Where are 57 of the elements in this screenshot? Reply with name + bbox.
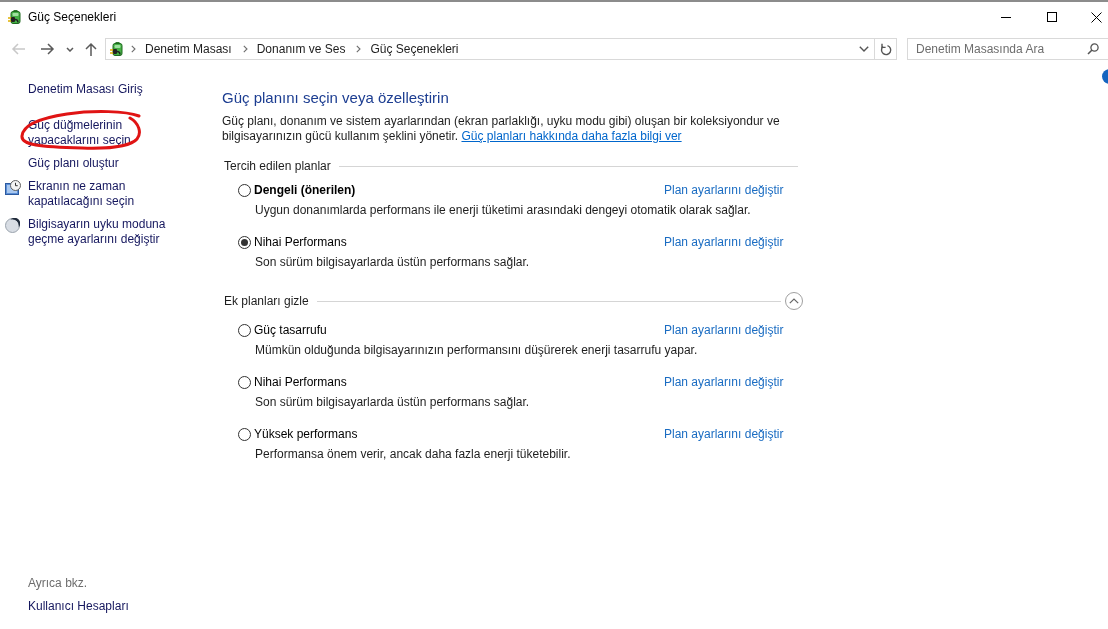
help-icon[interactable]: [1102, 69, 1108, 84]
breadcrumb[interactable]: Donanım ve Ses: [251, 39, 351, 59]
plan-settings-link[interactable]: Plan ayarlarını değiştir: [664, 375, 798, 390]
breadcrumb[interactable]: Denetim Masası: [140, 39, 237, 59]
plan-settings-link[interactable]: Plan ayarlarını değiştir: [664, 427, 798, 442]
task-link[interactable]: Güç planı oluştur: [28, 156, 180, 171]
plan-description: Uygun donanımlarda performans ile enerji tüketimi arasındaki dengeyi otomatik olarak sağlar.: [255, 203, 752, 218]
see-also-link[interactable]: Kullanıcı Hesapları: [28, 599, 129, 614]
plan-description: Son sürüm bilgisayarlarda üstün performans sağlar.: [255, 395, 531, 410]
plan-name[interactable]: Dengeli (önerilen): [254, 183, 356, 198]
description-text: Güç planı, donanım ve sistem ayarlarından (ekran parlaklığı, uyku modu gibi) oluşan bir koleksiyondur ve bilgisayarınızın gücü kullanım şeklini yönetir. Güç planları hakkında daha fazla bilgi ver: [222, 114, 781, 144]
radio-button[interactable]: [238, 324, 251, 337]
breadcrumb[interactable]: Güç Seçenekleri: [365, 39, 464, 59]
caret-down-icon: [66, 46, 74, 52]
plan-description: Son sürüm bilgisayarlarda üstün performans sağlar.: [255, 255, 531, 270]
plan-name[interactable]: Nihai Performans: [254, 235, 347, 250]
maximize-icon: [1047, 12, 1057, 22]
minimize-icon: [1001, 16, 1011, 18]
radio-button[interactable]: [238, 428, 251, 441]
group-title: Tercih edilen planlar: [224, 159, 331, 173]
see-also-heading: Ayrıca bkz.: [28, 576, 88, 591]
search-field[interactable]: Denetim Masasında Ara: [907, 38, 1108, 60]
chevron-right-icon[interactable]: [131, 45, 136, 53]
task-link[interactable]: Ekranın ne zaman kapatılacağını seçin: [28, 179, 180, 209]
search-icon[interactable]: [1087, 43, 1099, 55]
close-icon: [1091, 11, 1102, 23]
forward-arrow-icon: [39, 42, 55, 56]
window-title: Güç Seçenekleri: [28, 10, 117, 24]
moon-icon: [5, 218, 20, 233]
plan-settings-link[interactable]: Plan ayarlarını değiştir: [664, 235, 798, 250]
plan-description: Performansa önem verir, ancak daha fazla enerji tüketebilir.: [255, 447, 572, 462]
up-arrow-icon: [84, 41, 98, 57]
group-title[interactable]: Ek planları gizle: [224, 294, 309, 308]
battery-plug-icon: [7, 9, 23, 25]
more-info-link[interactable]: Güç planları hakkında daha fazla bilgi ver: [461, 129, 682, 143]
radio-button[interactable]: [238, 184, 251, 197]
chevron-right-icon[interactable]: [242, 45, 248, 53]
monitor-clock-icon: [5, 180, 21, 196]
address-bar[interactable]: Denetim Masası Donanım ve Ses Güç Seçenekleri: [105, 38, 897, 60]
collapse-button[interactable]: [785, 292, 803, 310]
chevron-down-icon[interactable]: [859, 46, 869, 52]
radio-button[interactable]: [238, 376, 251, 389]
plan-name[interactable]: Yüksek performans: [254, 427, 358, 442]
radio-button[interactable]: [238, 236, 251, 249]
plan-name[interactable]: Nihai Performans: [254, 375, 347, 390]
plan-settings-link[interactable]: Plan ayarlarını değiştir: [664, 323, 798, 338]
chevron-right-icon[interactable]: [356, 45, 362, 53]
plan-settings-link[interactable]: Plan ayarlarını değiştir: [664, 183, 798, 198]
plan-description: Mümkün olduğunda bilgisayarınızın performansını düşürerek enerji tasarrufu yapar.: [255, 343, 699, 358]
refresh-icon: [879, 42, 892, 56]
plan-name[interactable]: Güç tasarrufu: [254, 323, 327, 338]
chevron-up-icon: [789, 298, 799, 304]
page-heading: Güç planını seçin veya özelleştirin: [222, 88, 449, 108]
home-link[interactable]: Denetim Masası Giriş: [28, 82, 143, 97]
task-link[interactable]: Bilgisayarın uyku moduna geçme ayarlarını değiştir: [28, 217, 180, 247]
back-arrow-icon: [10, 42, 26, 56]
battery-plug-icon: [109, 41, 125, 57]
